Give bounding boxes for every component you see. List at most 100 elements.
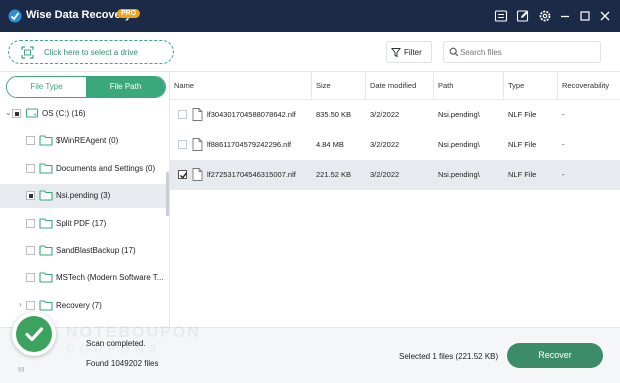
maximize-icon[interactable] bbox=[578, 9, 592, 23]
tree-item-label: SandBlastBackup (17) bbox=[56, 246, 136, 255]
tree-item-checkbox[interactable] bbox=[26, 136, 35, 145]
column-header-size[interactable]: Size bbox=[312, 72, 366, 100]
files-found-text: Found 1049202 files bbox=[86, 359, 159, 368]
file-path: Nsi.pending\ bbox=[438, 140, 480, 149]
drive-select-icon bbox=[21, 46, 34, 59]
edit-icon[interactable] bbox=[516, 9, 530, 23]
tab-file-type[interactable]: File Type bbox=[7, 77, 86, 97]
search-input[interactable] bbox=[460, 45, 596, 60]
file-type: NLF File bbox=[508, 110, 537, 119]
column-header-recoverability[interactable]: Recoverability bbox=[558, 72, 620, 100]
recover-button[interactable]: Recover bbox=[507, 343, 603, 368]
column-header-date-modified[interactable]: Date modified bbox=[366, 72, 434, 100]
column-header-name[interactable]: Name bbox=[170, 72, 312, 100]
file-icon bbox=[192, 108, 203, 121]
tab-file-path[interactable]: File Path bbox=[86, 77, 165, 97]
sidebar: File Type File Path ⌄ OS (C:) (16) $WinREA… bbox=[0, 72, 170, 327]
file-type: NLF File bbox=[508, 170, 537, 179]
row-checkbox[interactable] bbox=[178, 170, 188, 179]
tree-item-label: $WinREAgent (0) bbox=[56, 136, 119, 145]
search-icon bbox=[449, 47, 459, 57]
file-name: lf304301704588078642.nlf bbox=[207, 110, 296, 119]
tree-item[interactable]: MSTech (Modern Software T... bbox=[0, 266, 166, 290]
file-name: lf272531704546315007.nlf bbox=[207, 170, 296, 179]
folder-icon bbox=[39, 135, 53, 146]
file-name: lf88611704579242296.nlf bbox=[207, 140, 292, 149]
file-list-panel: Name Size Date modified Path Type Recove… bbox=[170, 72, 620, 327]
file-size: 4.84 MB bbox=[316, 140, 344, 149]
app-logo-icon bbox=[8, 9, 22, 23]
sidebar-tabs: File Type File Path bbox=[6, 76, 166, 98]
tree-item-checkbox[interactable] bbox=[26, 301, 35, 310]
folder-icon bbox=[39, 190, 53, 201]
settings-icon[interactable] bbox=[538, 9, 552, 23]
tree-item-checkbox[interactable] bbox=[26, 191, 35, 200]
folder-icon bbox=[39, 218, 53, 229]
tree-item-checkbox[interactable] bbox=[12, 109, 21, 118]
tree-item-label: OS (C:) (16) bbox=[42, 109, 86, 118]
file-recoverability: - bbox=[562, 140, 565, 149]
tree-item-label: Recovery (7) bbox=[56, 301, 102, 310]
scan-complete-badge bbox=[12, 312, 56, 356]
tree-item[interactable]: Nsi.pending (3) bbox=[0, 184, 166, 208]
menu-icon[interactable] bbox=[494, 9, 508, 23]
toolbar: Click here to select a drive Filter bbox=[0, 32, 620, 72]
file-size: 835.50 KB bbox=[316, 110, 352, 119]
folder-tree: ⌄ OS (C:) (16) $WinREAgent (0) Documents an… bbox=[0, 102, 166, 327]
app-title: Wise Data Recovery bbox=[26, 9, 132, 21]
tree-item[interactable]: Split PDF (17) bbox=[0, 212, 166, 236]
table-row[interactable]: lf272531704546315007.nlf 221.52 KB 3/2/202… bbox=[170, 160, 620, 190]
status-decoration: ▮▮ bbox=[18, 367, 25, 373]
scan-status-text: Scan completed. bbox=[86, 339, 146, 348]
tree-item-checkbox[interactable] bbox=[26, 273, 35, 282]
search-box bbox=[443, 41, 601, 63]
table-row[interactable]: lf88611704579242296.nlf 4.84 MB 3/2/2022 Ns… bbox=[170, 130, 620, 160]
pro-badge: PRO bbox=[117, 9, 141, 18]
tree-item[interactable]: SandBlastBackup (17) bbox=[0, 239, 166, 263]
tree-item-checkbox[interactable] bbox=[26, 219, 35, 228]
checkmark-icon bbox=[25, 327, 44, 342]
file-date-modified: 3/2/2022 bbox=[370, 140, 400, 149]
filter-label: Filter bbox=[404, 48, 422, 57]
title-bar: Wise Data Recovery PRO bbox=[0, 0, 620, 32]
filter-icon bbox=[391, 48, 401, 58]
file-date-modified: 3/2/2022 bbox=[370, 170, 400, 179]
row-checkbox[interactable] bbox=[178, 110, 187, 119]
tree-item[interactable]: Documents and Settings (0) bbox=[0, 157, 166, 181]
tree-item-label: Nsi.pending (3) bbox=[56, 191, 111, 200]
file-type: NLF File bbox=[508, 140, 537, 149]
folder-icon bbox=[39, 272, 53, 283]
table-header: Name Size Date modified Path Type Recove… bbox=[170, 72, 620, 100]
select-drive-button[interactable]: Click here to select a drive bbox=[8, 40, 174, 64]
tree-item[interactable]: ⌄ OS (C:) (16) bbox=[0, 102, 166, 126]
close-icon[interactable] bbox=[598, 9, 612, 23]
tree-item-label: Documents and Settings (0) bbox=[56, 164, 156, 173]
file-icon bbox=[192, 138, 203, 151]
tree-item[interactable]: $WinREAgent (0) bbox=[0, 129, 166, 153]
folder-icon bbox=[39, 163, 53, 174]
tree-item-checkbox[interactable] bbox=[26, 246, 35, 255]
row-checkbox[interactable] bbox=[178, 140, 187, 149]
checkmark-icon bbox=[180, 172, 188, 179]
file-recoverability: - bbox=[562, 170, 565, 179]
filter-button[interactable]: Filter bbox=[386, 41, 432, 63]
file-path: Nsi.pending\ bbox=[438, 110, 480, 119]
column-header-path[interactable]: Path bbox=[434, 72, 504, 100]
file-date-modified: 3/2/2022 bbox=[370, 110, 400, 119]
tree-item-label: Split PDF (17) bbox=[56, 219, 107, 228]
tree-item-checkbox[interactable] bbox=[26, 164, 35, 173]
drive-icon bbox=[25, 108, 39, 118]
folder-icon bbox=[39, 300, 53, 311]
column-header-type[interactable]: Type bbox=[504, 72, 558, 100]
minimize-icon[interactable] bbox=[558, 9, 572, 23]
tree-item-label: MSTech (Modern Software T... bbox=[56, 273, 164, 282]
sidebar-scrollbar[interactable] bbox=[166, 172, 169, 216]
file-size: 221.52 KB bbox=[316, 170, 352, 179]
status-bar: NOTEBOUPON COUPONS ▮▮ Scan completed. Fo… bbox=[0, 312, 620, 383]
file-recoverability: - bbox=[562, 110, 565, 119]
folder-icon bbox=[39, 245, 53, 256]
select-drive-label: Click here to select a drive bbox=[44, 48, 138, 57]
file-icon bbox=[192, 168, 203, 181]
file-path: Nsi.pending\ bbox=[438, 170, 480, 179]
table-row[interactable]: lf304301704588078642.nlf 835.50 KB 3/2/202… bbox=[170, 100, 620, 130]
